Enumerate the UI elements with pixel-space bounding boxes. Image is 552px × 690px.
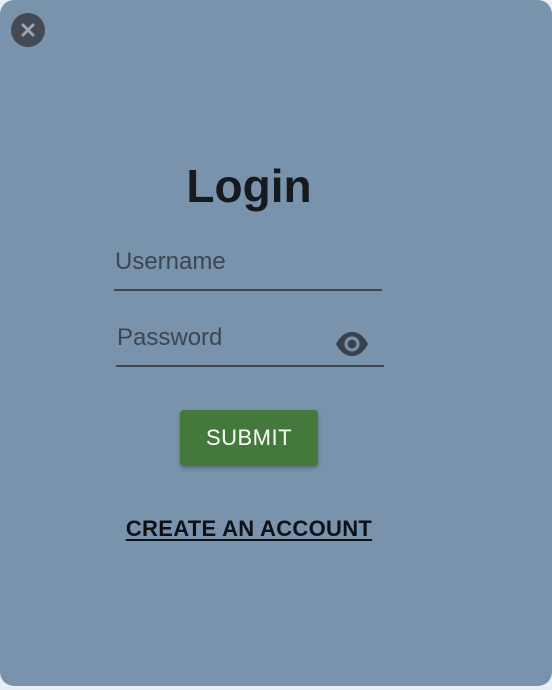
login-modal: Login SUBMIT CREATE AN ACCOUNT bbox=[0, 0, 552, 686]
close-icon bbox=[21, 23, 35, 37]
submit-button[interactable]: SUBMIT bbox=[180, 410, 318, 466]
username-field bbox=[114, 237, 382, 291]
password-input[interactable] bbox=[117, 313, 327, 363]
username-input[interactable] bbox=[115, 237, 325, 287]
eye-icon bbox=[336, 332, 368, 356]
login-title: Login bbox=[186, 160, 312, 212]
toggle-password-visibility-button[interactable] bbox=[334, 330, 370, 358]
create-account-link[interactable]: CREATE AN ACCOUNT bbox=[0, 516, 498, 542]
password-field bbox=[116, 313, 384, 367]
close-button[interactable] bbox=[11, 13, 45, 47]
